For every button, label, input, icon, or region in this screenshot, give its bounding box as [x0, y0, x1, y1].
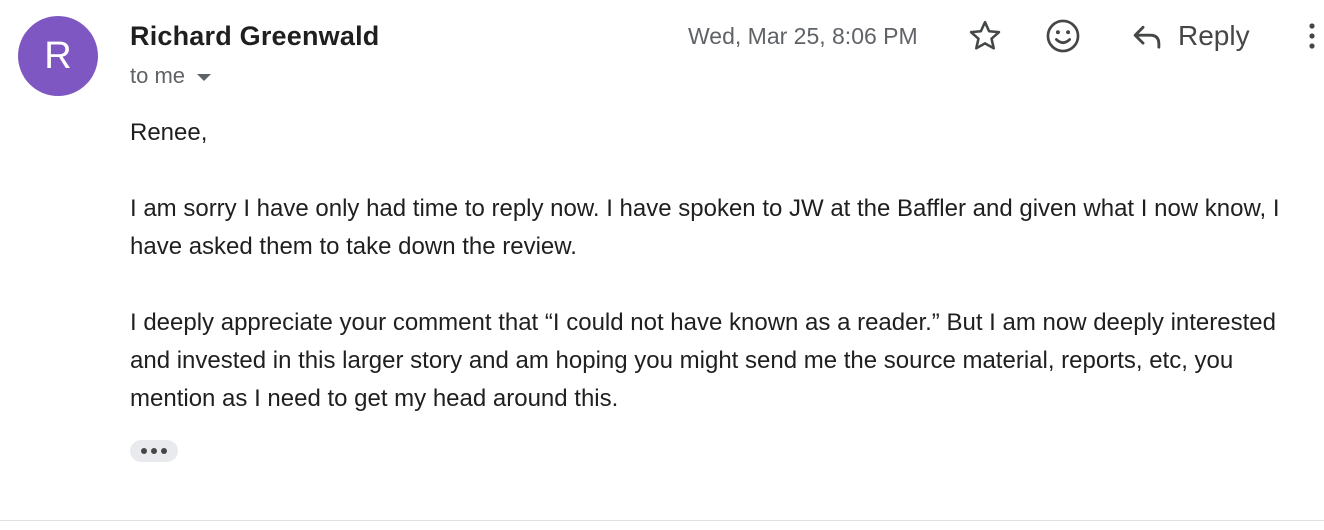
star-button[interactable]	[963, 14, 1007, 58]
sender-name: Richard Greenwald	[130, 21, 380, 51]
recipients-label: to me	[130, 63, 186, 88]
body-paragraph: I deeply appreciate your comment that “I…	[130, 309, 1276, 412]
ellipsis-dot	[161, 448, 167, 454]
body-paragraph: I am sorry I have only had time to reply…	[130, 195, 1280, 260]
star-icon	[969, 20, 1001, 50]
ellipsis-dot	[141, 448, 147, 454]
greeting: Renee,	[130, 119, 208, 146]
reply-label: Reply	[1178, 20, 1250, 51]
message-timestamp: Wed, Mar 25, 8:06 PM	[688, 23, 918, 49]
message-divider	[0, 520, 1324, 521]
more-options-button[interactable]	[1300, 14, 1324, 58]
show-trimmed-content-button[interactable]	[130, 440, 178, 462]
chevron-down-icon	[197, 73, 212, 81]
ellipsis-dot	[151, 448, 157, 454]
recipients-dropdown[interactable]: to me	[130, 60, 212, 92]
more-vertical-icon	[1309, 23, 1315, 49]
add-reaction-button[interactable]	[1041, 14, 1085, 58]
emoji-reaction-icon	[1046, 19, 1080, 53]
reply-arrow-icon	[1133, 25, 1161, 49]
avatar[interactable]: R	[18, 16, 98, 96]
message-body: Renee, I am sorry I have only had time t…	[130, 114, 1305, 456]
reply-button[interactable]: Reply	[1128, 14, 1250, 58]
